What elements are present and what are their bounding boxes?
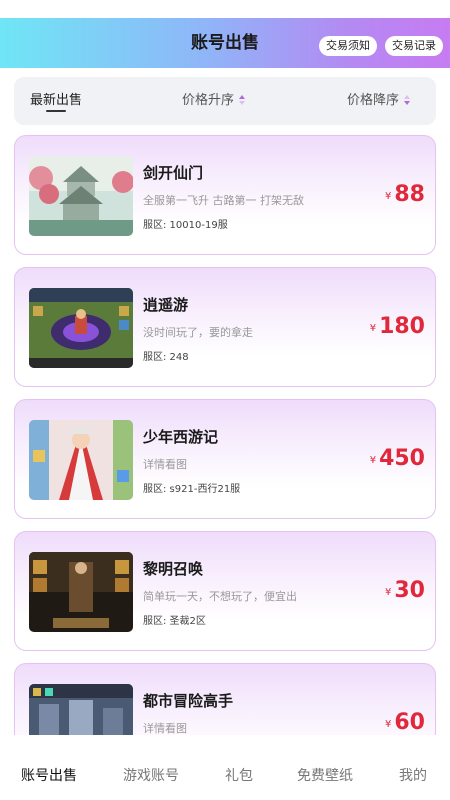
price-value: 88 bbox=[394, 182, 425, 207]
listing-card[interactable]: 黎明召唤 简单玩一天，不想玩了，便宜出 服区: 圣裁2区 ¥30 bbox=[14, 531, 436, 651]
sort-bar: 最新出售 价格升序 价格降序 bbox=[14, 77, 436, 125]
listing-server: 服区: s921-西行21服 bbox=[143, 484, 241, 495]
currency-symbol: ¥ bbox=[385, 719, 392, 730]
listing-title: 少年西游记 bbox=[143, 428, 219, 446]
listing-server: 服区: 10010-19服 bbox=[143, 220, 228, 231]
page-title: 账号出售 bbox=[191, 33, 259, 53]
listing-description: 详情看图 bbox=[143, 458, 187, 471]
price-value: 60 bbox=[394, 710, 425, 735]
price-value: 450 bbox=[379, 446, 425, 471]
listing-price: ¥60 bbox=[385, 710, 425, 735]
sort-price-desc-label: 价格降序 bbox=[347, 93, 400, 108]
listing-description: 没时间玩了，要的拿走 bbox=[143, 326, 253, 339]
sort-latest-tab[interactable]: 最新出售 bbox=[30, 77, 82, 125]
bottom-tab-bar: 账号出售 游戏账号 礼包 免费壁纸 我的 bbox=[0, 752, 450, 800]
price-value: 30 bbox=[394, 578, 425, 603]
listing-price: ¥180 bbox=[370, 314, 425, 342]
game-thumbnail bbox=[29, 552, 133, 632]
listing-title: 黎明召唤 bbox=[143, 560, 204, 578]
tab-free-wallpapers[interactable]: 免费壁纸 bbox=[297, 752, 353, 800]
tab-mine[interactable]: 我的 bbox=[399, 752, 427, 800]
sort-price-desc-tab[interactable]: 价格降序 bbox=[347, 77, 411, 125]
game-thumbnail bbox=[29, 684, 133, 735]
listing-title: 逍遥游 bbox=[143, 296, 189, 314]
listing-server: 服区: 圣裁2区 bbox=[143, 616, 206, 627]
listing-card[interactable]: 剑开仙门 全服第一飞升 古路第一 打架无敌 服区: 10010-19服 ¥88 bbox=[14, 135, 436, 255]
listing-description: 简单玩一天，不想玩了，便宜出 bbox=[143, 590, 297, 603]
listing-price: ¥88 bbox=[385, 182, 425, 210]
game-thumbnail bbox=[29, 156, 133, 236]
listing-title: 剑开仙门 bbox=[143, 164, 204, 182]
trade-notice-button[interactable]: 交易须知 bbox=[319, 36, 377, 56]
header: 账号出售 交易须知 交易记录 bbox=[0, 18, 450, 68]
sort-price-asc-tab[interactable]: 价格升序 bbox=[182, 77, 246, 125]
listing-list[interactable]: 剑开仙门 全服第一飞升 古路第一 打架无敌 服区: 10010-19服 ¥88 … bbox=[0, 135, 450, 735]
listing-price: ¥30 bbox=[385, 578, 425, 606]
tab-gift-packs[interactable]: 礼包 bbox=[225, 752, 253, 800]
currency-symbol: ¥ bbox=[369, 455, 377, 466]
tab-account-sale[interactable]: 账号出售 bbox=[21, 752, 77, 800]
listing-price: ¥450 bbox=[370, 446, 425, 474]
game-thumbnail bbox=[29, 288, 133, 368]
sort-arrows-icon bbox=[239, 94, 246, 105]
sort-latest-label: 最新出售 bbox=[30, 93, 83, 108]
currency-symbol: ¥ bbox=[385, 191, 392, 202]
status-bar bbox=[0, 0, 450, 18]
trade-records-button[interactable]: 交易记录 bbox=[385, 36, 443, 56]
price-value: 180 bbox=[379, 314, 425, 339]
listing-title: 都市冒险高手 bbox=[143, 692, 234, 710]
listing-card[interactable]: 逍遥游 没时间玩了，要的拿走 服区: 248 ¥180 bbox=[14, 267, 436, 387]
sort-price-asc-label: 价格升序 bbox=[182, 93, 235, 108]
currency-symbol: ¥ bbox=[385, 587, 392, 598]
game-thumbnail bbox=[29, 420, 133, 500]
listing-description: 详情看图 bbox=[143, 722, 187, 735]
listing-description: 全服第一飞升 古路第一 打架无敌 bbox=[143, 194, 304, 207]
listing-card[interactable]: 都市冒险高手 详情看图 ¥60 bbox=[14, 663, 436, 735]
currency-symbol: ¥ bbox=[369, 323, 377, 334]
listing-card[interactable]: 少年西游记 详情看图 服区: s921-西行21服 ¥450 bbox=[14, 399, 436, 519]
sort-arrows-icon bbox=[404, 94, 411, 105]
active-underline bbox=[46, 110, 66, 112]
tab-game-accounts[interactable]: 游戏账号 bbox=[123, 752, 179, 800]
listing-server: 服区: 248 bbox=[143, 352, 189, 363]
